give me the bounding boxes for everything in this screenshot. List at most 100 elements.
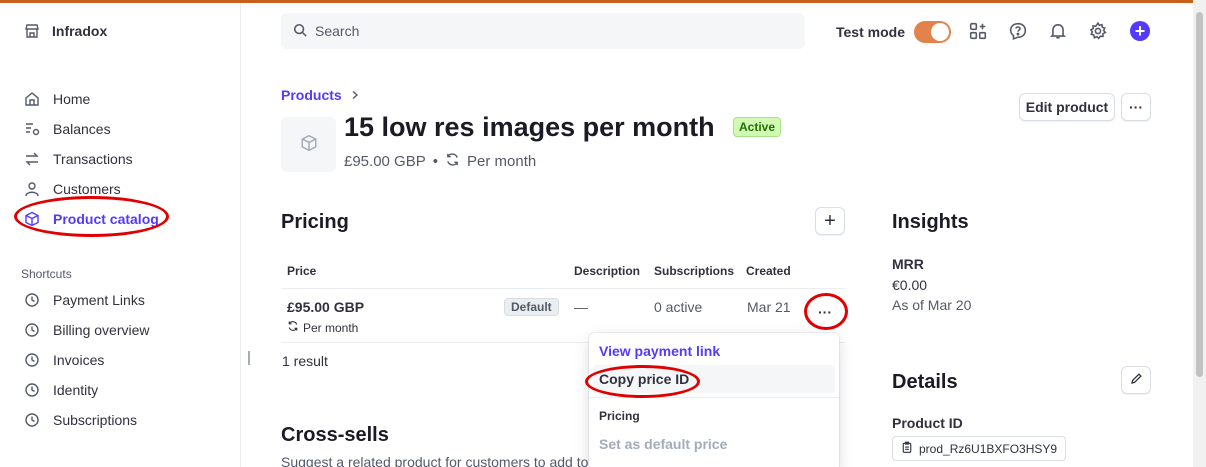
test-mode-toggle[interactable] bbox=[913, 21, 951, 43]
product-id-value: prod_Rz6U1BXFO3HSY9 bbox=[919, 441, 1058, 456]
column-header-price[interactable]: Price bbox=[287, 264, 316, 278]
separator-dot: • bbox=[432, 153, 438, 170]
sidebar: Infradox Home Balances Transactions Cust… bbox=[0, 3, 241, 467]
row-interval: Per month bbox=[287, 320, 358, 335]
sidebar-item-label: Customers bbox=[53, 181, 121, 197]
sidebar-item-home[interactable]: Home bbox=[24, 88, 90, 110]
column-header-created[interactable]: Created bbox=[746, 264, 791, 278]
sidebar-item-product-catalog[interactable]: Product catalog bbox=[24, 208, 159, 230]
search-input[interactable] bbox=[315, 23, 795, 39]
balances-icon bbox=[24, 121, 40, 137]
sidebar-item-label: Balances bbox=[53, 121, 111, 137]
row-subscriptions: 0 active bbox=[654, 299, 703, 315]
search-bar[interactable] bbox=[281, 13, 805, 49]
details-heading: Details bbox=[892, 371, 958, 393]
shortcut-label: Identity bbox=[53, 382, 99, 398]
shortcut-label: Subscriptions bbox=[53, 412, 138, 428]
recurring-icon bbox=[287, 320, 299, 335]
scrollbar-thumb[interactable] bbox=[1196, 12, 1203, 377]
account-switcher[interactable]: Infradox bbox=[24, 23, 107, 39]
row-price: £95.00 GBP bbox=[287, 299, 365, 315]
create-button[interactable]: + bbox=[1130, 21, 1150, 41]
shortcut-label: Payment Links bbox=[53, 292, 145, 308]
shortcut-identity[interactable]: Identity bbox=[24, 379, 98, 401]
row-created: Mar 21 bbox=[747, 299, 791, 315]
column-header-description[interactable]: Description bbox=[574, 264, 640, 278]
apps-icon[interactable] bbox=[968, 21, 988, 41]
menu-section-label: Pricing bbox=[599, 409, 640, 423]
toggle-knob bbox=[930, 23, 949, 41]
add-price-button[interactable]: + bbox=[815, 207, 845, 235]
cross-sells-heading: Cross-sells bbox=[281, 424, 389, 446]
test-mode-switch[interactable]: Test mode bbox=[836, 21, 951, 43]
product-price-summary: £95.00 GBP • Per month bbox=[344, 152, 536, 171]
shortcut-label: Billing overview bbox=[53, 322, 150, 338]
shortcuts-heading: Shortcuts bbox=[21, 267, 72, 281]
shortcut-payment-links[interactable]: Payment Links bbox=[24, 289, 145, 311]
sidebar-item-transactions[interactable]: Transactions bbox=[24, 148, 133, 170]
chevron-right-icon bbox=[350, 87, 360, 103]
clock-icon bbox=[24, 292, 40, 308]
mrr-value: €0.00 bbox=[892, 277, 928, 293]
bell-icon[interactable] bbox=[1048, 21, 1068, 41]
product-price: £95.00 GBP bbox=[344, 153, 426, 170]
page-title: 15 low res images per month bbox=[344, 112, 715, 142]
menu-divider bbox=[589, 397, 839, 398]
clock-icon bbox=[24, 322, 40, 338]
mrr-as-of: As of Mar 20 bbox=[892, 297, 972, 313]
gear-icon[interactable] bbox=[1088, 21, 1108, 41]
search-icon bbox=[293, 23, 307, 40]
edit-product-button[interactable]: Edit product bbox=[1019, 93, 1115, 121]
menu-item-copy-price-id[interactable]: Copy price ID bbox=[599, 371, 689, 387]
result-count: 1 result bbox=[282, 353, 328, 369]
page-scrollbar[interactable] bbox=[1193, 0, 1206, 467]
clock-icon bbox=[24, 382, 40, 398]
sidebar-item-balances[interactable]: Balances bbox=[24, 118, 111, 140]
customers-icon bbox=[24, 181, 40, 197]
shortcut-subscriptions[interactable]: Subscriptions bbox=[24, 409, 137, 431]
default-badge: Default bbox=[504, 298, 559, 316]
panel-resize-handle[interactable] bbox=[248, 351, 250, 365]
menu-item-view-payment-link[interactable]: View payment link bbox=[599, 343, 720, 359]
product-id-label: Product ID bbox=[892, 415, 963, 431]
create-plus-icon[interactable]: + bbox=[1130, 21, 1150, 41]
sidebar-item-label: Transactions bbox=[53, 151, 133, 167]
row-more-button[interactable]: ··· bbox=[818, 304, 832, 320]
price-actions-menu: View payment link Copy price ID Pricing … bbox=[589, 333, 839, 467]
account-name: Infradox bbox=[52, 23, 108, 39]
row-description: — bbox=[574, 299, 588, 315]
recurring-icon bbox=[445, 152, 460, 171]
box-icon bbox=[300, 134, 318, 155]
transactions-icon bbox=[24, 151, 40, 167]
store-icon bbox=[24, 23, 40, 39]
clipboard-icon bbox=[901, 441, 913, 456]
clock-icon bbox=[24, 412, 40, 428]
product-more-button[interactable]: ··· bbox=[1121, 93, 1151, 121]
product-image-placeholder[interactable] bbox=[281, 117, 336, 172]
table-divider bbox=[281, 288, 845, 289]
product-catalog-icon bbox=[24, 211, 40, 227]
shortcut-label: Invoices bbox=[53, 352, 105, 368]
sidebar-item-label: Product catalog bbox=[53, 211, 159, 227]
shortcut-billing-overview[interactable]: Billing overview bbox=[24, 319, 149, 341]
menu-item-set-default-price[interactable]: Set as default price bbox=[599, 436, 727, 452]
shortcut-invoices[interactable]: Invoices bbox=[24, 349, 104, 371]
column-header-subscriptions[interactable]: Subscriptions bbox=[654, 264, 734, 278]
clock-icon bbox=[24, 352, 40, 368]
test-mode-label: Test mode bbox=[836, 24, 905, 40]
product-id-copy[interactable]: prod_Rz6U1BXFO3HSY9 bbox=[892, 436, 1067, 461]
pencil-icon bbox=[1130, 372, 1143, 388]
row-interval-label: Per month bbox=[303, 320, 359, 335]
sidebar-item-customers[interactable]: Customers bbox=[24, 178, 121, 200]
cross-sells-description: Suggest a related product for customers … bbox=[281, 454, 589, 467]
status-badge: Active bbox=[733, 117, 782, 137]
mrr-label: MRR bbox=[892, 256, 924, 272]
insights-heading: Insights bbox=[892, 211, 969, 233]
breadcrumb-products-link[interactable]: Products bbox=[281, 87, 342, 103]
breadcrumb: Products bbox=[281, 87, 360, 103]
pricing-heading: Pricing bbox=[281, 211, 349, 233]
product-interval: Per month bbox=[467, 153, 537, 170]
home-icon bbox=[24, 91, 40, 107]
help-icon[interactable] bbox=[1008, 21, 1028, 41]
edit-details-button[interactable] bbox=[1121, 366, 1151, 394]
